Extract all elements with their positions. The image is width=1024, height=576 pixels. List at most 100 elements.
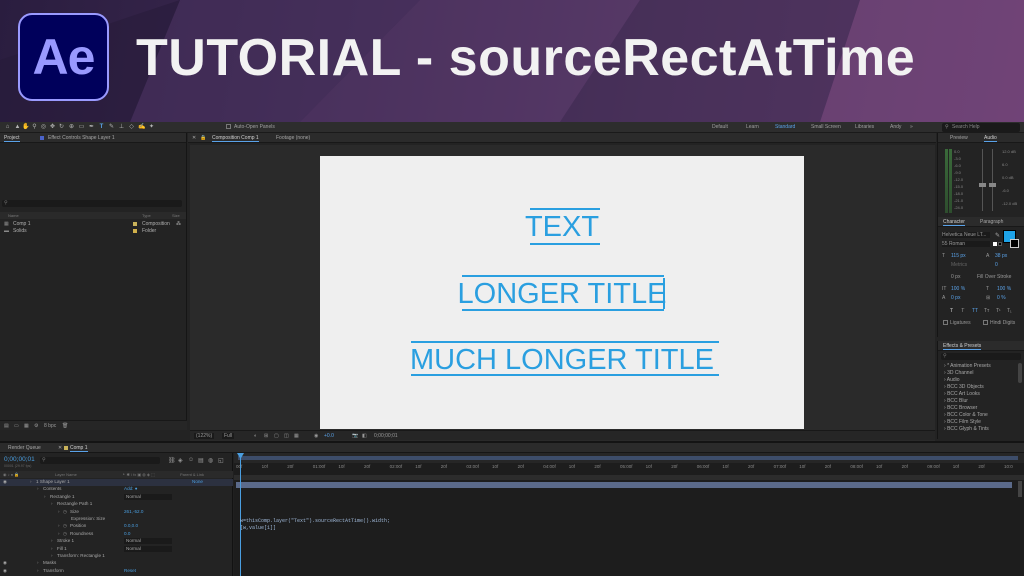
workspace-default[interactable]: Default — [712, 124, 728, 130]
visibility-eye-icon[interactable]: ◉ — [3, 568, 7, 574]
effects-category-item[interactable]: › BCC Browser — [944, 405, 977, 411]
tab-effects-presets[interactable]: Effects & Presets — [943, 343, 982, 350]
rectangle-tool-icon[interactable]: ▭ — [78, 124, 85, 131]
exposure-value[interactable]: +0.0 — [324, 433, 334, 439]
motion-blur-icon[interactable]: ◍ — [208, 457, 213, 464]
property-value[interactable]: 261,-52.0 — [124, 509, 143, 514]
timeline-layer-row[interactable]: ◉ › Masks — [0, 560, 233, 567]
blend-mode-dropdown[interactable]: Normal — [124, 493, 172, 500]
current-time-indicator[interactable] — [240, 453, 241, 576]
col-name[interactable]: Name — [8, 213, 19, 218]
text-layer-text[interactable]: TEXT — [320, 211, 804, 244]
transparency-grid-icon[interactable]: ▦ — [294, 433, 299, 439]
col-type[interactable]: Type — [142, 213, 151, 218]
mask-visibility-icon[interactable]: ▢ — [274, 433, 279, 439]
timeline-layer-row[interactable]: Expression: Size — [0, 516, 233, 523]
comp-timecode[interactable]: 0;00;00;01 — [374, 433, 398, 439]
show-channel-icon[interactable]: ◉ — [314, 433, 318, 439]
delete-icon[interactable]: 🗑 — [62, 423, 68, 429]
home-icon[interactable]: ⌂ — [4, 124, 11, 131]
timeline-layer-row[interactable]: › Rectangle Path 1 — [0, 501, 233, 508]
expression-line-2[interactable]: [w,value[1]] — [240, 525, 276, 531]
stopwatch-icon[interactable]: ◷ — [63, 509, 67, 515]
property-value[interactable]: Reset — [124, 568, 136, 573]
puppet-pin-icon[interactable]: ✦ — [148, 124, 155, 131]
effects-category-item[interactable]: › BCC Glyph & Tints — [944, 426, 989, 432]
timeline-tracks[interactable]: 00f10f20f01:00f10f20f02:00f10f20f03:00f1… — [234, 453, 1024, 576]
timeline-search-input[interactable]: ⚲ — [40, 457, 160, 464]
hand-tool-icon[interactable]: ✋ — [22, 124, 29, 131]
effects-category-item[interactable]: › BCC Blur — [944, 398, 968, 404]
font-family-dropdown[interactable]: Helvetica Neue LT... — [942, 232, 990, 238]
superscript-icon[interactable]: T¹ — [996, 308, 1001, 314]
col-layer-name[interactable]: Layer Name — [55, 472, 77, 477]
expression-line-1[interactable]: w=thisComp.layer("Text").sourceRectAtTim… — [240, 518, 390, 524]
effects-category-item[interactable]: › * Animation Presets — [944, 363, 991, 369]
tab-composition[interactable]: Composition Comp 1 — [212, 135, 259, 142]
project-search-input[interactable]: ⚲ — [2, 200, 182, 207]
new-comp-icon[interactable]: ▦ — [24, 423, 29, 429]
tab-character[interactable]: Character — [943, 219, 965, 226]
audio-slider-left-handle[interactable] — [979, 183, 986, 187]
project-settings-icon[interactable]: ⚙ — [34, 423, 38, 429]
type-tool-icon[interactable]: T — [98, 124, 105, 131]
twirl-down-icon[interactable]: › — [44, 494, 46, 499]
orbit-camera-icon[interactable]: ◎ — [40, 124, 47, 131]
camera-snapshot-icon[interactable]: 📷 — [352, 433, 358, 439]
audio-slider-right[interactable] — [992, 149, 993, 211]
tab-paragraph[interactable]: Paragraph — [980, 219, 1003, 225]
timeline-layer-row[interactable]: ◉ › 1 Shape Layer 1 None — [0, 479, 233, 486]
resolution-dropdown[interactable]: Full — [222, 433, 235, 439]
tab-audio[interactable]: Audio — [984, 135, 997, 142]
work-area-bar[interactable] — [234, 453, 1024, 463]
effects-category-item[interactable]: › BCC Art Looks — [944, 391, 980, 397]
property-value[interactable]: 0.0 — [124, 531, 130, 536]
blend-mode-dropdown[interactable]: Normal — [124, 545, 172, 552]
visibility-eye-icon[interactable]: ◉ — [3, 560, 7, 566]
close-tab-icon[interactable]: ✕ — [58, 445, 62, 451]
effects-search-input[interactable]: ⚲ — [941, 353, 1021, 360]
pen-tool-icon[interactable]: ✒ — [88, 124, 95, 131]
stopwatch-icon[interactable]: ◷ — [63, 523, 67, 529]
stroke-width-value[interactable]: 0 px — [951, 274, 960, 280]
text-layer-longer-title[interactable]: LONGER TITLE — [320, 278, 804, 311]
stroke-color-swatch[interactable] — [1010, 239, 1019, 248]
tab-comp-timeline[interactable]: Comp 1 — [70, 445, 88, 452]
stroke-mode-dropdown[interactable]: Fill Over Stroke — [977, 274, 1011, 280]
horizontal-scale-value[interactable]: 100 % — [997, 286, 1011, 292]
timeline-layer-row[interactable]: › Transform: Rectangle 1 — [0, 553, 233, 560]
tracking-value-top[interactable]: 0 — [995, 262, 998, 268]
eraser-tool-icon[interactable]: ◇ — [128, 124, 135, 131]
visibility-eye-icon[interactable]: ◉ — [3, 479, 7, 485]
twirl-down-icon[interactable]: › — [51, 501, 53, 506]
tab-project[interactable]: Project — [4, 135, 20, 142]
property-value[interactable]: Add: ● — [124, 486, 138, 491]
brush-tool-icon[interactable]: ✎ — [108, 124, 115, 131]
interpret-footage-icon[interactable]: ▤ — [4, 423, 9, 429]
effects-category-item[interactable]: › BCC Color & Tone — [944, 412, 988, 418]
zoom-tool-icon[interactable]: ⚲ — [31, 124, 38, 131]
col-parent-link[interactable]: Parent & Link — [180, 472, 204, 477]
twirl-down-icon[interactable]: › — [51, 553, 53, 558]
vertical-scale-value[interactable]: 100 % — [951, 286, 965, 292]
timeline-scrollbar[interactable] — [1018, 481, 1022, 497]
selection-tool-icon[interactable]: ▲ — [14, 124, 21, 131]
timeline-layer-row[interactable]: › ◷ Size 261,-52.0 — [0, 509, 233, 516]
stopwatch-icon[interactable]: ◷ — [63, 531, 67, 537]
kerning-value[interactable]: Metrics — [951, 262, 967, 268]
faux-bold-icon[interactable]: T — [950, 308, 953, 314]
timeline-layer-row[interactable]: › Stroke 1 Normal — [0, 538, 233, 545]
blend-mode-dropdown[interactable]: Normal — [124, 538, 172, 545]
effects-scrollbar[interactable] — [1018, 363, 1022, 383]
tab-preview[interactable]: Preview — [950, 135, 968, 141]
graph-editor-icon[interactable]: ◱ — [218, 457, 224, 464]
flowchart-icon[interactable]: ⁂ — [176, 221, 181, 227]
twirl-down-icon[interactable]: › — [30, 479, 32, 484]
tab-render-queue[interactable]: Render Queue — [8, 445, 41, 451]
timeline-layer-row[interactable]: › Fill 1 Normal — [0, 545, 233, 553]
twirl-down-icon[interactable]: › — [37, 568, 39, 573]
timeline-layer-row[interactable]: ◉ › Transform Reset — [0, 568, 233, 575]
timeline-layer-row[interactable]: › Rectangle 1 Normal — [0, 493, 233, 501]
col-size[interactable]: Size — [172, 213, 180, 218]
twirl-down-icon[interactable]: › — [51, 546, 53, 551]
